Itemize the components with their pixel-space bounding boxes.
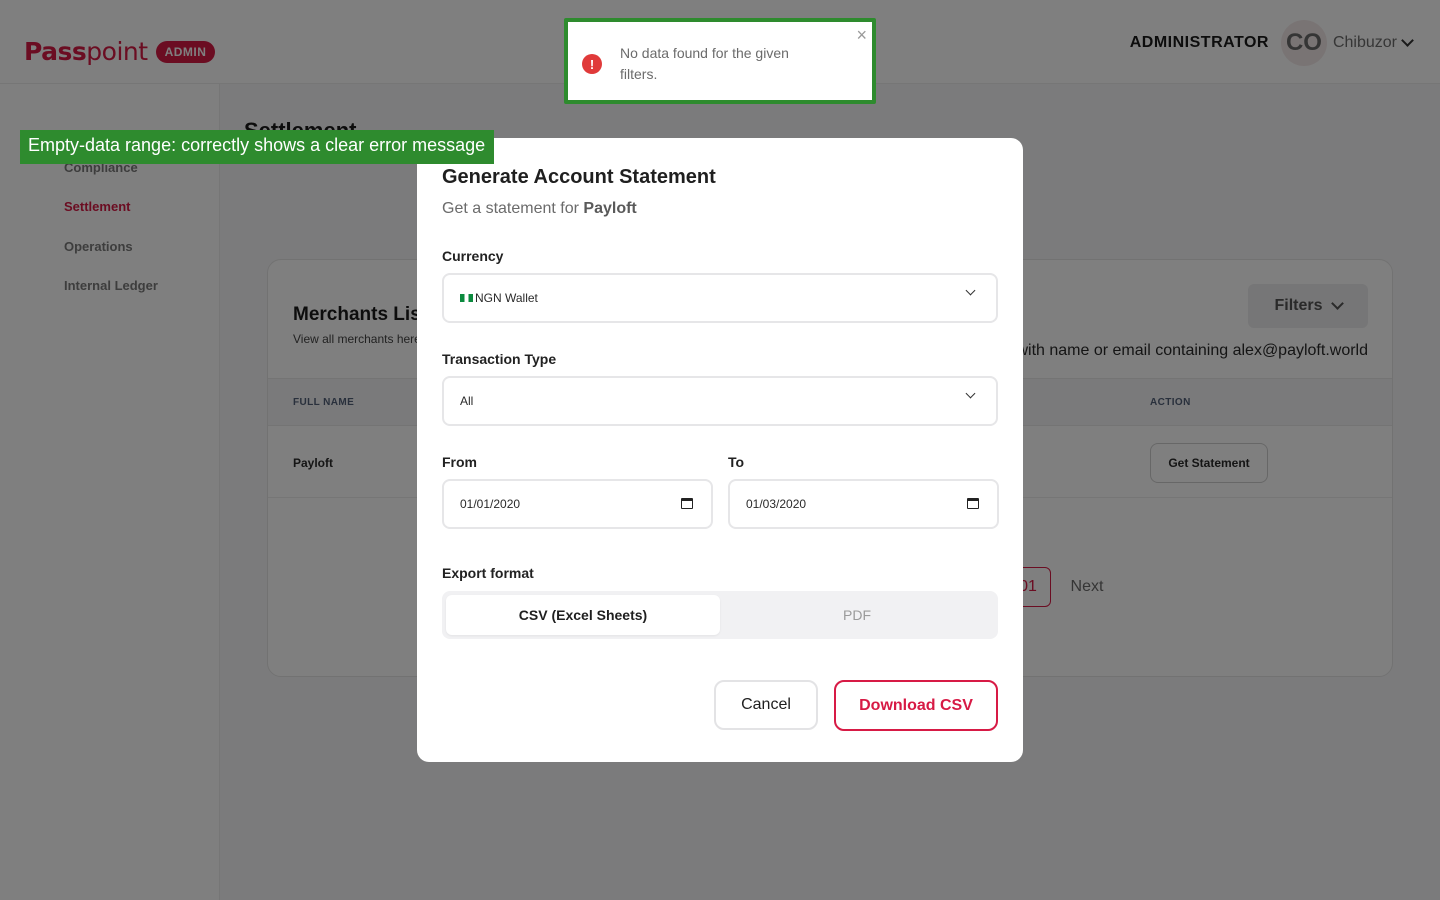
modal-subtitle: Get a statement for Payloft: [442, 200, 637, 217]
chevron-down-icon: [965, 388, 976, 399]
error-icon: !: [582, 54, 602, 74]
annotation-label: Empty-data range: correctly shows a clea…: [20, 130, 495, 164]
toast-message: No data found for the given filters.: [620, 45, 789, 82]
from-date-value: 01/01/2020: [460, 497, 521, 511]
calendar-icon[interactable]: [967, 498, 979, 509]
error-toast: ! No data found for the given filters. ×: [564, 18, 876, 104]
currency-select[interactable]: NGN Wallet: [442, 273, 998, 323]
currency-label: Currency: [442, 248, 504, 264]
export-option-csv[interactable]: CSV (Excel Sheets): [446, 595, 720, 635]
close-icon[interactable]: ×: [856, 26, 867, 44]
transaction-type-value: All: [460, 394, 474, 408]
to-label: To: [728, 454, 745, 470]
transaction-type-select[interactable]: All: [442, 376, 998, 426]
export-option-pdf[interactable]: PDF: [720, 595, 994, 635]
transaction-type-label: Transaction Type: [442, 351, 557, 367]
merchant-name: Payloft: [583, 200, 637, 217]
to-date-input[interactable]: 01/03/2020: [728, 479, 999, 529]
chevron-down-icon: [965, 285, 976, 296]
export-format-label: Export format: [442, 565, 534, 581]
export-format-toggle: CSV (Excel Sheets) PDF: [442, 591, 998, 639]
nigeria-flag-icon: [460, 294, 473, 302]
to-date-value: 01/03/2020: [746, 497, 807, 511]
from-date-input[interactable]: 01/01/2020: [442, 479, 713, 529]
modal-title: Generate Account Statement: [442, 166, 716, 188]
calendar-icon[interactable]: [681, 498, 693, 509]
currency-value: NGN Wallet: [475, 291, 538, 305]
cancel-button[interactable]: Cancel: [714, 680, 818, 730]
download-csv-button[interactable]: Download CSV: [834, 680, 998, 731]
generate-statement-modal: Generate Account Statement Get a stateme…: [417, 138, 1023, 762]
from-label: From: [442, 454, 477, 470]
